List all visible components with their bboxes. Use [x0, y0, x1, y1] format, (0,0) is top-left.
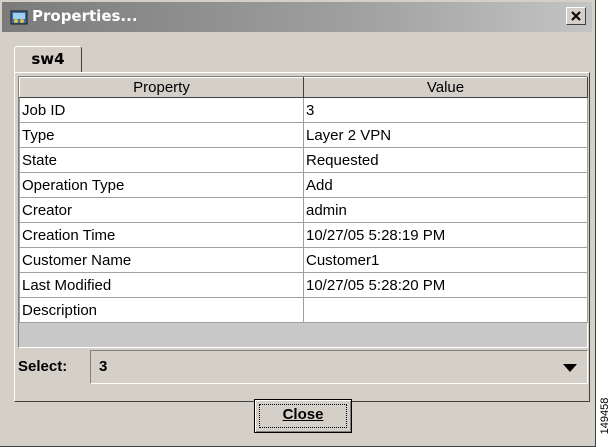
- properties-table: Property Value Job ID 3 Type Layer 2 VPN…: [18, 76, 588, 348]
- table-row[interactable]: Type Layer 2 VPN: [19, 122, 588, 148]
- table-row[interactable]: State Requested: [19, 147, 588, 173]
- value-cell: 3: [303, 97, 588, 123]
- value-cell: admin: [303, 197, 588, 223]
- property-cell: Creation Time: [19, 222, 304, 248]
- value-cell: Customer1: [303, 247, 588, 273]
- property-cell: State: [19, 147, 304, 173]
- value-cell: Add: [303, 172, 588, 198]
- select-dropdown[interactable]: 3: [90, 350, 588, 384]
- close-icon: [571, 11, 581, 21]
- value-cell: Requested: [303, 147, 588, 173]
- close-window-button[interactable]: [566, 7, 586, 25]
- column-header-property[interactable]: Property: [19, 77, 304, 98]
- property-cell: Operation Type: [19, 172, 304, 198]
- properties-dialog: Properties... sw4 Property Value Job ID …: [0, 0, 596, 447]
- property-cell: Last Modified: [19, 272, 304, 298]
- column-header-value[interactable]: Value: [303, 77, 588, 98]
- table-row[interactable]: Description: [19, 297, 588, 323]
- focus-ring: [259, 404, 347, 428]
- window-title: Properties...: [32, 7, 138, 25]
- value-cell: Layer 2 VPN: [303, 122, 588, 148]
- value-cell: 10/27/05 5:28:19 PM: [303, 222, 588, 248]
- table-row[interactable]: Operation Type Add: [19, 172, 588, 198]
- chevron-down-icon[interactable]: [563, 364, 577, 372]
- tab-sw4[interactable]: sw4: [14, 46, 82, 72]
- select-label: Select:: [18, 358, 68, 375]
- property-cell: Description: [19, 297, 304, 323]
- figure-id-text: 149458: [599, 397, 611, 435]
- property-cell: Job ID: [19, 97, 304, 123]
- table-row[interactable]: Last Modified 10/27/05 5:28:20 PM: [19, 272, 588, 298]
- table-row[interactable]: Creation Time 10/27/05 5:28:19 PM: [19, 222, 588, 248]
- properties-app-icon: [10, 10, 28, 25]
- value-cell: 10/27/05 5:28:20 PM: [303, 272, 588, 298]
- table-row[interactable]: Job ID 3: [19, 97, 588, 123]
- property-cell: Type: [19, 122, 304, 148]
- title-bar[interactable]: Properties...: [2, 2, 592, 32]
- property-cell: Customer Name: [19, 247, 304, 273]
- close-button[interactable]: Close: [254, 399, 352, 433]
- select-value: 3: [99, 358, 108, 375]
- value-cell: [303, 297, 588, 323]
- table-row[interactable]: Creator admin: [19, 197, 588, 223]
- property-cell: Creator: [19, 197, 304, 223]
- figure-id: 149458: [597, 390, 611, 446]
- table-row[interactable]: Customer Name Customer1: [19, 247, 588, 273]
- table-header-row: Property Value: [19, 77, 588, 98]
